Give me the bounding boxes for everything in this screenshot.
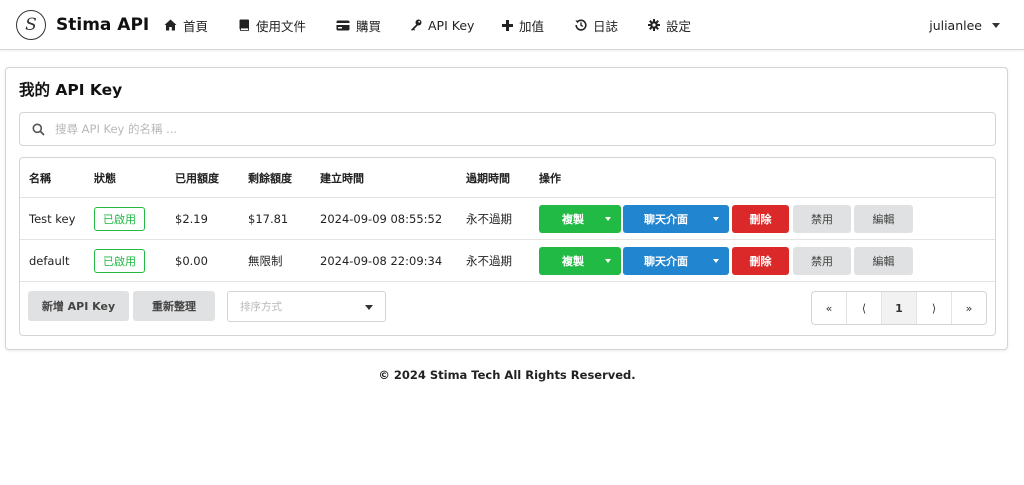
page-title: 我的 API Key [19, 81, 123, 99]
add-api-key-button[interactable]: 新增 API Key [28, 291, 129, 321]
book-icon [239, 19, 250, 31]
brand-name: Stima API [56, 15, 150, 35]
last-page-button[interactable]: » [952, 292, 986, 324]
edit-button[interactable]: 編輯 [854, 247, 913, 275]
chevron-down-icon[interactable] [713, 217, 719, 221]
page-1-button[interactable]: 1 [882, 292, 917, 324]
nav-label: 日誌 [593, 18, 619, 34]
username: julianlee [929, 17, 982, 33]
cell-name: default [29, 253, 70, 268]
chat-label: 聊天介面 [644, 213, 688, 226]
api-key-card: 我的 API Key 名稱 狀態 已用額度 剩餘額度 建立時間 過期時間 操作 … [5, 67, 1008, 350]
sort-placeholder: 排序方式 [240, 301, 282, 313]
plus-icon [502, 19, 513, 31]
nav-item-logs[interactable]: 日誌 [575, 0, 618, 50]
nav-item-home[interactable]: 首頁 [164, 0, 208, 50]
header-status[interactable]: 狀態 [94, 158, 116, 197]
cell-status: 已啟用 [94, 240, 145, 281]
nav-label: 加值 [519, 18, 545, 34]
search-box[interactable] [19, 112, 996, 146]
search-input[interactable] [55, 122, 955, 136]
chat-button[interactable]: 聊天介面 [623, 205, 729, 233]
user-menu[interactable]: julianlee [929, 0, 1000, 50]
nav-item-topup[interactable]: 加值 [502, 0, 544, 50]
header-remaining[interactable]: 剩餘額度 [248, 158, 292, 197]
pagination: « ⟨ 1 ⟩ » [811, 291, 987, 325]
chevron-down-icon [992, 22, 1000, 28]
nav-item-api-key[interactable]: API Key [410, 0, 474, 50]
disable-button[interactable]: 禁用 [793, 247, 851, 275]
cell-expires: 永不過期 [466, 253, 512, 268]
disable-button[interactable]: 禁用 [793, 205, 851, 233]
status-badge: 已啟用 [94, 206, 145, 231]
prev-page-button[interactable]: ⟨ [847, 292, 882, 324]
card-icon [336, 20, 350, 31]
next-page-button[interactable]: ⟩ [917, 292, 952, 324]
chevron-down-icon[interactable] [713, 259, 719, 263]
first-page-button[interactable]: « [812, 292, 847, 324]
search-icon [32, 123, 45, 136]
api-key-table: 名稱 狀態 已用額度 剩餘額度 建立時間 過期時間 操作 Test key 已啟… [19, 157, 996, 336]
cell-used: $0.00 [175, 253, 208, 268]
copy-label: 複製 [562, 255, 584, 268]
cell-name: Test key [29, 211, 76, 226]
cell-used: $2.19 [175, 211, 208, 226]
chat-label: 聊天介面 [644, 255, 688, 268]
header-created[interactable]: 建立時間 [320, 158, 364, 197]
brand[interactable]: S Stima API [16, 10, 149, 40]
history-icon [575, 19, 587, 31]
cell-created: 2024-09-09 08:55:52 [320, 211, 443, 226]
sort-dropdown[interactable]: 排序方式 [227, 291, 386, 322]
cell-remaining: 無限制 [248, 253, 283, 268]
edit-button[interactable]: 編輯 [854, 205, 913, 233]
refresh-button[interactable]: 重新整理 [133, 291, 215, 321]
status-badge: 已啟用 [94, 248, 145, 273]
table-row: default 已啟用 $0.00 無限制 2024-09-08 22:09:3… [20, 240, 995, 282]
table-row: Test key 已啟用 $2.19 $17.81 2024-09-09 08:… [20, 198, 995, 240]
logo-icon: S [16, 10, 46, 40]
nav-label: 購買 [356, 18, 382, 34]
gear-icon [648, 19, 660, 31]
header-name[interactable]: 名稱 [29, 158, 51, 197]
chevron-down-icon[interactable] [605, 217, 611, 221]
header-used[interactable]: 已用額度 [175, 158, 219, 197]
chat-button[interactable]: 聊天介面 [623, 247, 729, 275]
nav-label: 設定 [666, 18, 692, 34]
header-expires[interactable]: 過期時間 [466, 158, 510, 197]
cell-remaining: $17.81 [248, 211, 289, 226]
top-navbar: S Stima API 首頁 使用文件 購買 API Key 加值 日誌 設定 … [0, 0, 1024, 50]
key-icon [410, 19, 422, 31]
delete-button[interactable]: 刪除 [732, 205, 789, 233]
nav-item-settings[interactable]: 設定 [648, 0, 691, 50]
table-header: 名稱 狀態 已用額度 剩餘額度 建立時間 過期時間 操作 [20, 158, 995, 198]
chevron-down-icon [365, 305, 373, 310]
nav-label: API Key [428, 17, 475, 33]
cell-expires: 永不過期 [466, 211, 512, 226]
copy-label: 複製 [562, 213, 584, 226]
nav-item-purchase[interactable]: 購買 [336, 0, 381, 50]
copyright: © 2024 Stima Tech All Rights Reserved. [378, 368, 636, 382]
cell-created: 2024-09-08 22:09:34 [320, 253, 443, 268]
cell-status: 已啟用 [94, 198, 145, 239]
delete-button[interactable]: 刪除 [732, 247, 789, 275]
home-icon [164, 19, 177, 31]
nav-item-docs[interactable]: 使用文件 [239, 0, 306, 50]
chevron-down-icon[interactable] [605, 259, 611, 263]
copy-button[interactable]: 複製 [539, 247, 621, 275]
nav-label: 首頁 [183, 18, 209, 34]
nav-label: 使用文件 [256, 18, 307, 34]
header-actions: 操作 [539, 171, 561, 185]
copy-button[interactable]: 複製 [539, 205, 621, 233]
